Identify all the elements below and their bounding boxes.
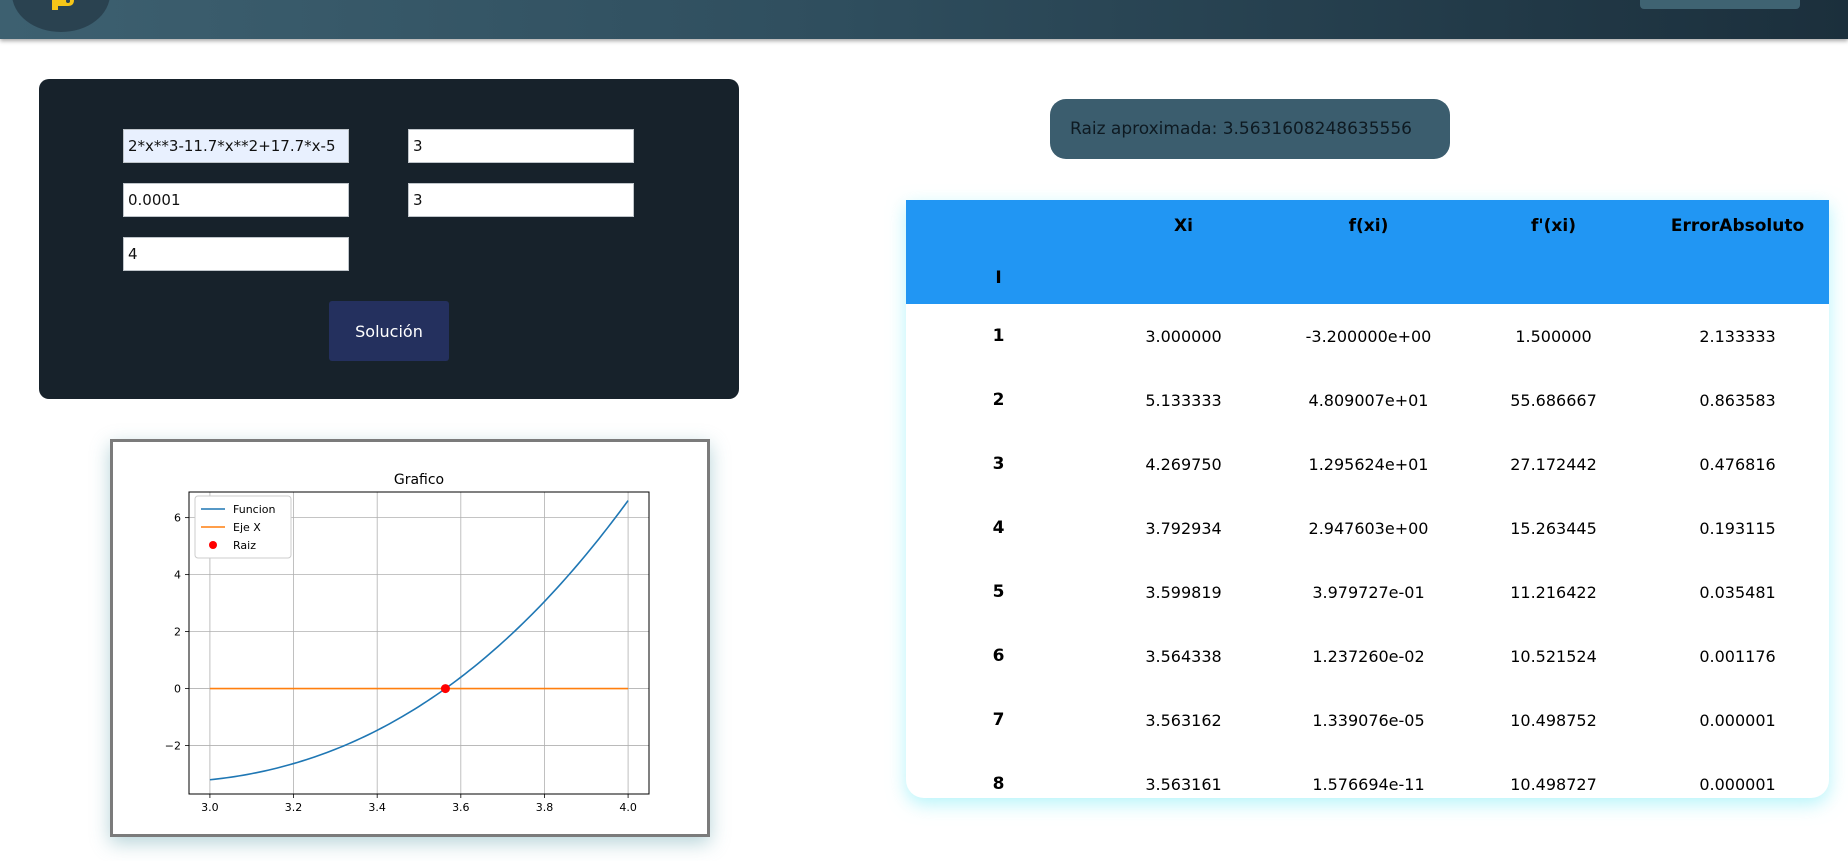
python-logo[interactable] [12,0,110,32]
x-tick-label: 3.6 [452,801,470,814]
header-xi: Xi [1091,200,1276,252]
cell-index: 6 [992,646,1005,666]
approx-root-text: Raiz aproximada: 3.5631608248635556 [1070,119,1412,139]
cell-error: 0.863583 [1699,390,1776,410]
header-button[interactable] [1640,0,1800,9]
cell-index: 2 [992,390,1005,410]
cell-index: 5 [992,582,1005,602]
cell-error: 0.035481 [1699,582,1776,602]
legend-raiz-label: Raiz [233,539,256,552]
cell-xi: 3.792934 [1145,518,1222,538]
cell-fxi: 2.947603e+00 [1308,518,1429,538]
solve-button[interactable]: Solución [329,301,449,361]
header-index: I [906,252,1091,304]
table-row: 1 3.000000 -3.200000e+00 1.500000 2.1333… [906,304,1829,368]
cell-index: 8 [992,774,1005,794]
cell-dfxi: 55.686667 [1510,390,1597,410]
table-row: 5 3.599819 3.979727e-01 11.216422 0.0354… [906,560,1829,624]
x0-input[interactable] [408,129,634,163]
cell-fxi: 1.237260e-02 [1312,646,1425,666]
x-tick-label: 3.0 [201,801,219,814]
header-error: ErrorAbsoluto [1646,200,1829,252]
approx-root-result: Raiz aproximada: 3.5631608248635556 [1050,99,1450,159]
x-tick-label: 3.2 [285,801,303,814]
y-tick-label: 2 [174,626,181,639]
table-row: 7 3.563162 1.339076e-05 10.498752 0.0000… [906,688,1829,752]
cell-dfxi: 10.521524 [1510,646,1597,666]
y-tick-label: −2 [165,740,181,753]
chart-title: Grafico [394,472,444,488]
cell-error: 0.000001 [1699,710,1776,730]
cell-error: 0.001176 [1699,646,1776,666]
cell-index: 3 [992,454,1005,474]
cell-error: 0.000001 [1699,774,1776,794]
cell-xi: 3.563161 [1145,774,1222,794]
cell-xi: 4.269750 [1145,454,1222,474]
cell-fxi: 4.809007e+01 [1308,390,1429,410]
cell-xi: 3.563162 [1145,710,1222,730]
table-row: 8 3.563161 1.576694e-11 10.498727 0.0000… [906,752,1829,798]
cell-xi: 5.133333 [1145,390,1222,410]
header-fxi: f(xi) [1276,200,1461,252]
table-row: 6 3.564338 1.237260e-02 10.521524 0.0011… [906,624,1829,688]
cell-index: 1 [992,326,1005,346]
chart-frame: Grafico 3.0 3.2 3.4 3.6 3.8 4.0 −2 0 2 4 6 Funcion Ej… [110,439,710,837]
y-tick-label: 4 [174,569,181,582]
cell-fxi: 3.979727e-01 [1312,582,1425,602]
iterations-table-card: Xi f(xi) f'(xi) ErrorAbsoluto I 1 3.0000… [906,200,1829,798]
cell-error: 0.476816 [1699,454,1776,474]
legend-eje-x-label: Eje X [233,521,261,534]
upper-limit-input[interactable] [123,237,349,271]
x-tick-label: 4.0 [619,801,637,814]
iterations-table: Xi f(xi) f'(xi) ErrorAbsoluto I 1 3.0000… [906,200,1829,798]
lower-limit-input[interactable] [408,183,634,217]
x-tick-label: 3.4 [368,801,386,814]
input-form-panel: Solución [39,79,739,399]
cell-dfxi: 15.263445 [1510,518,1597,538]
cell-error: 0.193115 [1699,518,1776,538]
y-tick-label: 0 [174,683,181,696]
series-raiz-point [440,684,450,694]
cell-fxi: 1.576694e-11 [1312,774,1425,794]
header-blank [906,200,1091,252]
top-navbar [0,0,1848,39]
cell-xi: 3.599819 [1145,582,1222,602]
table-row: 3 4.269750 1.295624e+01 27.172442 0.4768… [906,432,1829,496]
cell-index: 7 [992,710,1005,730]
x-tick-label: 3.8 [536,801,554,814]
table-row: 4 3.792934 2.947603e+00 15.263445 0.1931… [906,496,1829,560]
cell-error: 2.133333 [1699,326,1776,346]
function-input[interactable] [123,129,349,163]
cell-dfxi: 10.498752 [1510,710,1597,730]
header-dfxi: f'(xi) [1461,200,1646,252]
cell-fxi: -3.200000e+00 [1305,326,1432,346]
legend-raiz-swatch [209,541,217,549]
tolerance-input[interactable] [123,183,349,217]
python-logo-icon [52,0,74,10]
table-row: 2 5.133333 4.809007e+01 55.686667 0.8635… [906,368,1829,432]
cell-fxi: 1.339076e-05 [1312,710,1425,730]
cell-index: 4 [992,518,1005,538]
cell-fxi: 1.295624e+01 [1308,454,1429,474]
function-chart: Grafico 3.0 3.2 3.4 3.6 3.8 4.0 −2 0 2 4 6 Funcion Ej… [165,472,650,814]
cell-xi: 3.000000 [1145,326,1222,346]
cell-dfxi: 27.172442 [1510,454,1597,474]
cell-dfxi: 11.216422 [1510,582,1597,602]
cell-dfxi: 10.498727 [1510,774,1597,794]
cell-xi: 3.564338 [1145,646,1222,666]
legend-funcion-label: Funcion [233,503,276,516]
cell-dfxi: 1.500000 [1515,326,1592,346]
y-tick-label: 6 [174,512,181,525]
